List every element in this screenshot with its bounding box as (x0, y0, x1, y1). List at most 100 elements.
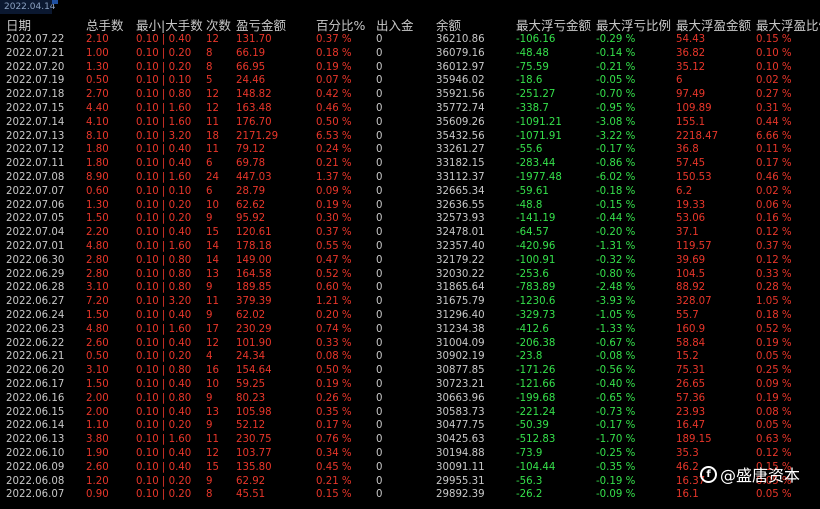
percent-cell: 0.09 % (316, 185, 352, 197)
pnl-cell: 447.03 (236, 171, 272, 183)
table-row[interactable]: 2022.07.13 8.10 0.10 | 3.20 18 2171.29 6.53 %… (0, 130, 820, 144)
table-row[interactable]: 2022.06.27 7.20 0.10 | 3.20 11 379.39 1.21 % 0… (0, 295, 820, 309)
max-float-loss-ratio-cell: -0.67 % (596, 337, 636, 349)
table-row[interactable]: 2022.06.22 2.60 0.10 | 0.40 12 101.90 0.33 % 0… (0, 337, 820, 351)
deposit-cell: 0 (376, 171, 383, 183)
max-float-loss-ratio-cell: -3.93 % (596, 296, 636, 308)
balance-cell: 30091.11 (436, 461, 485, 473)
header-max-float-loss-ratio[interactable]: 最大浮亏比例 (596, 15, 671, 34)
table-row[interactable]: 2022.06.15 2.00 0.10 | 0.40 13 105.98 0.35 % 0… (0, 406, 820, 420)
total-lots-cell: 4.10 (86, 116, 109, 128)
balance-cell: 35772.74 (436, 102, 485, 114)
header-pnl[interactable]: 盈亏金额 (236, 15, 286, 34)
deposit-cell: 0 (376, 365, 383, 377)
deposit-cell: 0 (376, 47, 383, 59)
count-cell: 11 (206, 116, 219, 128)
deposit-cell: 0 (376, 102, 383, 114)
deposit-cell: 0 (376, 296, 383, 308)
pnl-cell: 230.29 (236, 323, 272, 335)
table-row[interactable]: 2022.07.14 4.10 0.10 | 1.60 11 176.70 0.50 % 0… (0, 116, 820, 130)
max-float-profit-cell: 36.82 (676, 47, 706, 59)
header-max-float-profit[interactable]: 最大浮盈金额 (676, 15, 751, 34)
table-row[interactable]: 2022.06.30 2.80 0.10 | 0.80 14 149.00 0.47 % 0… (0, 254, 820, 268)
deposit-cell: 0 (376, 420, 383, 432)
balance-cell: 32636.55 (436, 199, 485, 211)
min-max-lots-cell: 0.10 | 0.20 (136, 61, 192, 73)
date-tab[interactable]: 2022.04.14 (0, 0, 56, 14)
table-row[interactable]: 2022.07.06 1.30 0.10 | 0.20 10 62.62 0.19 % 0 3… (0, 199, 820, 213)
max-float-loss-cell: -50.39 (516, 420, 549, 432)
table-row[interactable]: 2022.07.15 4.40 0.10 | 1.60 12 163.48 0.46 % 0… (0, 102, 820, 116)
total-lots-cell: 0.50 (86, 351, 109, 363)
header-percent[interactable]: 百分比% (316, 15, 365, 34)
table-row[interactable]: 2022.07.21 1.00 0.10 | 0.20 8 66.19 0.18 % 0 36… (0, 47, 820, 61)
min-max-lots-cell: 0.10 | 1.60 (136, 240, 192, 252)
header-balance[interactable]: 余额 (436, 15, 461, 34)
percent-cell: 0.24 % (316, 144, 352, 156)
table-row[interactable]: 2022.07.22 2.10 0.10 | 0.40 12 131.70 0.37 % 0… (0, 33, 820, 47)
header-max-float-profit-ratio[interactable]: 最大浮盈比例 (756, 15, 820, 34)
table-row[interactable]: 2022.07.11 1.80 0.10 | 0.40 6 69.78 0.21 % 0 33… (0, 157, 820, 171)
table-row[interactable]: 2022.06.07 0.90 0.10 | 0.20 8 45.51 0.15 % 0 29… (0, 488, 820, 502)
table-row[interactable]: 2022.06.17 1.50 0.10 | 0.40 10 59.25 0.19 % 0 3… (0, 378, 820, 392)
table-row[interactable]: 2022.06.13 3.80 0.10 | 1.60 11 230.75 0.76 % 0… (0, 433, 820, 447)
table-row[interactable]: 2022.07.20 1.30 0.10 | 0.20 8 66.95 0.19 % 0 36… (0, 61, 820, 75)
balance-cell: 30477.75 (436, 420, 485, 432)
table-row[interactable]: 2022.07.12 1.80 0.10 | 0.40 11 79.12 0.24 % 0 3… (0, 143, 820, 157)
date-cell: 2022.06.21 (6, 351, 65, 363)
header-max-float-loss[interactable]: 最大浮亏金额 (516, 15, 591, 34)
total-lots-cell: 2.60 (86, 461, 109, 473)
pnl-cell: 176.70 (236, 116, 272, 128)
header-count[interactable]: 次数 (206, 15, 231, 34)
header-min-max-lots[interactable]: 最小|大手数 (136, 15, 203, 34)
table-row[interactable]: 2022.06.20 3.10 0.10 | 0.80 16 154.64 0.50 % 0… (0, 364, 820, 378)
table-row[interactable]: 2022.07.04 2.20 0.10 | 0.40 15 120.61 0.37 % 0… (0, 226, 820, 240)
header-deposit[interactable]: 出入金 (376, 15, 414, 34)
pnl-cell: 24.34 (236, 351, 266, 363)
table-row[interactable]: 2022.06.10 1.90 0.10 | 0.40 12 103.77 0.34 % 0… (0, 447, 820, 461)
table-row[interactable]: 2022.07.05 1.50 0.10 | 0.20 9 95.92 0.30 % 0 32… (0, 212, 820, 226)
percent-cell: 0.17 % (316, 420, 352, 432)
header-date[interactable]: 日期 (6, 15, 31, 34)
table-row[interactable]: 2022.06.29 2.80 0.10 | 0.80 13 164.58 0.52 % 0… (0, 268, 820, 282)
deposit-cell: 0 (376, 392, 383, 404)
max-float-profit-ratio-cell: 0.28 % (756, 282, 792, 294)
table-row[interactable]: 2022.06.21 0.50 0.10 | 0.20 4 24.34 0.08 % 0 30… (0, 350, 820, 364)
deposit-cell: 0 (376, 268, 383, 280)
table-row[interactable]: 2022.07.07 0.60 0.10 | 0.10 6 28.79 0.09 % 0 32… (0, 185, 820, 199)
count-cell: 12 (206, 337, 219, 349)
min-max-lots-cell: 0.10 | 0.40 (136, 309, 192, 321)
balance-cell: 30663.96 (436, 392, 485, 404)
table-row[interactable]: 2022.07.08 8.90 0.10 | 1.60 24 447.03 1.37 % 0… (0, 171, 820, 185)
table-row[interactable]: 2022.06.16 2.00 0.10 | 0.80 9 80.23 0.26 % 0 30… (0, 392, 820, 406)
table-row[interactable]: 2022.06.28 3.10 0.10 | 0.80 9 189.85 0.60 % 0 3… (0, 281, 820, 295)
header-total-lots[interactable]: 总手数 (86, 15, 124, 34)
date-cell: 2022.07.14 (6, 116, 65, 128)
date-cell: 2022.06.07 (6, 489, 65, 501)
max-float-profit-cell: 6.2 (676, 185, 693, 197)
total-lots-cell: 1.80 (86, 158, 109, 170)
table-row[interactable]: 2022.07.19 0.50 0.10 | 0.10 5 24.46 0.07 % 0 35… (0, 74, 820, 88)
percent-cell: 1.21 % (316, 296, 352, 308)
pnl-cell: 66.95 (236, 61, 266, 73)
max-float-profit-ratio-cell: 0.27 % (756, 89, 792, 101)
total-lots-cell: 1.30 (86, 199, 109, 211)
max-float-profit-ratio-cell: 0.08 % (756, 406, 792, 418)
balance-cell: 32573.93 (436, 213, 485, 225)
deposit-cell: 0 (376, 34, 383, 45)
date-cell: 2022.07.15 (6, 102, 65, 114)
table-row[interactable]: 2022.06.23 4.80 0.10 | 1.60 17 230.29 0.74 % 0… (0, 323, 820, 337)
table-row[interactable]: 2022.06.08 1.20 0.10 | 0.20 9 62.92 0.21 % 0 29… (0, 475, 820, 489)
balance-cell: 29892.39 (436, 489, 485, 501)
deposit-cell: 0 (376, 89, 383, 101)
table-row[interactable]: 2022.06.09 2.60 0.10 | 0.40 15 135.80 0.45 % 0… (0, 461, 820, 475)
logo-icon: f (700, 465, 717, 483)
table-row[interactable]: 2022.06.24 1.50 0.10 | 0.40 9 62.02 0.20 % 0 31… (0, 309, 820, 323)
table-row[interactable]: 2022.06.14 1.10 0.10 | 0.20 9 52.12 0.17 % 0 30… (0, 419, 820, 433)
table-row[interactable]: 2022.07.01 4.80 0.10 | 1.60 14 178.18 0.55 % 0… (0, 240, 820, 254)
min-max-lots-cell: 0.10 | 0.20 (136, 213, 192, 225)
top-bar: 2022.04.14 (0, 0, 820, 15)
table-row[interactable]: 2022.07.18 2.70 0.10 | 0.80 12 148.82 0.42 % 0… (0, 88, 820, 102)
date-cell: 2022.07.18 (6, 89, 65, 101)
max-float-loss-ratio-cell: -0.05 % (596, 75, 636, 87)
